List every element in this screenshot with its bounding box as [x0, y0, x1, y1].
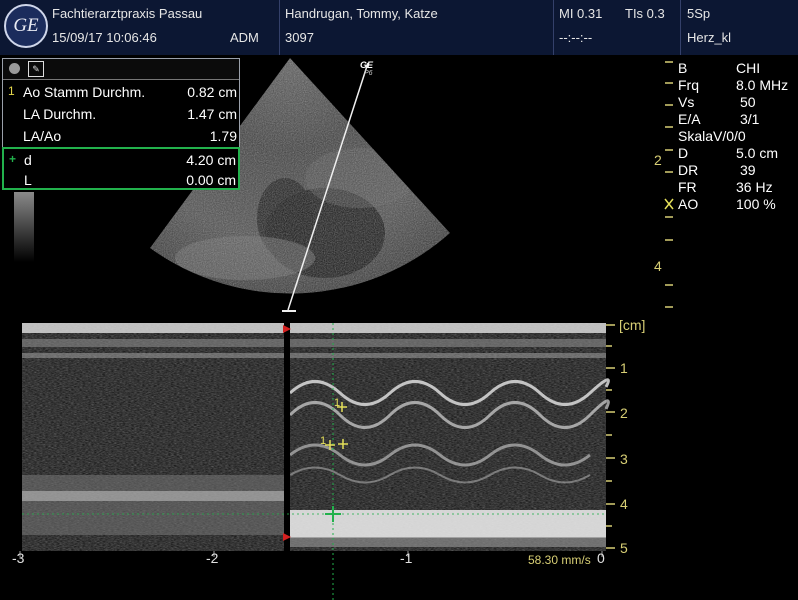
- measurement-value: 1.47 cm: [187, 106, 237, 122]
- param-value: 36 Hz: [736, 179, 773, 195]
- measurement-toolbar: ✎: [3, 59, 239, 80]
- ge-logo-icon: GE: [4, 4, 48, 48]
- param-key: SkalaV/0/0: [678, 128, 746, 144]
- sector-brand-label: GE: [360, 60, 374, 70]
- param-value: 50: [740, 94, 756, 110]
- mmode-depth-label: 3: [620, 451, 628, 467]
- measurement-label: LA/Ao: [23, 128, 62, 144]
- measurement-value: 0.82 cm: [187, 84, 237, 100]
- measurement-label: d: [24, 152, 32, 168]
- time-axis-label: -3: [12, 550, 25, 566]
- header-divider: [680, 0, 681, 55]
- imaging-parameters: B CHI Frq 8.0 MHz Vs 50 E/A 3/1 SkalaV/0…: [678, 60, 796, 215]
- thermal-index: TIs 0.3: [625, 6, 665, 21]
- operator-id: ADM: [230, 30, 259, 45]
- param-key: Vs: [678, 94, 695, 110]
- sector-depth-scale: [664, 61, 674, 308]
- measurement-value: 1.79: [209, 128, 237, 144]
- time-axis-label: -2: [206, 550, 219, 566]
- param-key: Frq: [678, 77, 699, 93]
- measurement-row: + d 4.20 cm: [4, 149, 238, 171]
- sector-probe-tag: P6: [364, 70, 373, 77]
- top-header: GE Fachtierarztpraxis Passau 15/09/17 10…: [0, 0, 798, 55]
- measurement-row: LA/Ao 1.79: [3, 125, 239, 147]
- sweep-speed-readout: 58.30 mm/s: [528, 553, 591, 567]
- mechanical-index: MI 0.31: [559, 6, 603, 21]
- param-key: B: [678, 60, 688, 76]
- param-value: 3/1: [740, 111, 760, 127]
- time-axis-label: -1: [400, 550, 413, 566]
- mmode-depth-label: 1: [620, 360, 628, 376]
- focus-marker-icon: [664, 198, 674, 210]
- param-key: AO: [678, 196, 699, 212]
- header-divider: [553, 0, 554, 55]
- caliper-label: 1: [320, 435, 326, 447]
- header-divider: [279, 0, 280, 55]
- param-key: D: [678, 145, 689, 161]
- gray-scale-bar: [14, 192, 34, 262]
- record-circle-icon[interactable]: [9, 63, 20, 74]
- exam-datetime: 15/09/17 10:06:46: [52, 30, 157, 45]
- measurement-label: L: [24, 172, 32, 188]
- measurement-index: 1: [8, 84, 15, 98]
- mmode-depth-label: 2: [620, 405, 628, 421]
- measurement-row: 1 Ao Stamm Durchm. 0.82 cm: [3, 81, 239, 103]
- probe-name: 5Sp: [687, 6, 711, 21]
- depth-unit-label: [cm]: [619, 317, 646, 333]
- patient-name: Handrugan, Tommy, Katze: [285, 6, 438, 21]
- param-value: 5.0 cm: [736, 145, 779, 161]
- param-value: CHI: [736, 60, 761, 76]
- measurement-value: 4.20 cm: [186, 152, 236, 168]
- param-value: 39: [740, 162, 756, 178]
- param-key: E/A: [678, 111, 701, 127]
- measurement-value: 0.00 cm: [186, 172, 236, 188]
- patient-id: 3097: [285, 30, 314, 45]
- caliper-label: 1: [334, 397, 340, 409]
- param-key: FR: [678, 179, 697, 195]
- preset-name: Herz_kl: [687, 30, 732, 45]
- time-axis-label: 0: [597, 550, 605, 566]
- timer-readout: --:--:--: [559, 30, 593, 45]
- mmode-depth-label: 4: [620, 496, 628, 512]
- measurement-row: LA Durchm. 1.47 cm: [3, 103, 239, 125]
- mmode-depth-label: 5: [620, 540, 628, 556]
- measurement-row: L 0.00 cm: [4, 169, 238, 191]
- param-value: 8.0 MHz: [736, 77, 789, 93]
- measurement-label: Ao Stamm Durchm.: [23, 84, 146, 100]
- edit-report-icon[interactable]: ✎: [28, 61, 44, 77]
- active-measurement-group[interactable]: + d 4.20 cm L 0.00 cm: [2, 147, 240, 190]
- caliper-cross-icon: +: [9, 152, 17, 166]
- sector-depth-label: 2: [654, 152, 662, 168]
- sector-depth-label: 4: [654, 258, 662, 274]
- param-value: 100 %: [736, 196, 776, 212]
- param-key: DR: [678, 162, 699, 178]
- clinic-name: Fachtierarztpraxis Passau: [52, 6, 203, 21]
- measurement-label: LA Durchm.: [23, 106, 97, 122]
